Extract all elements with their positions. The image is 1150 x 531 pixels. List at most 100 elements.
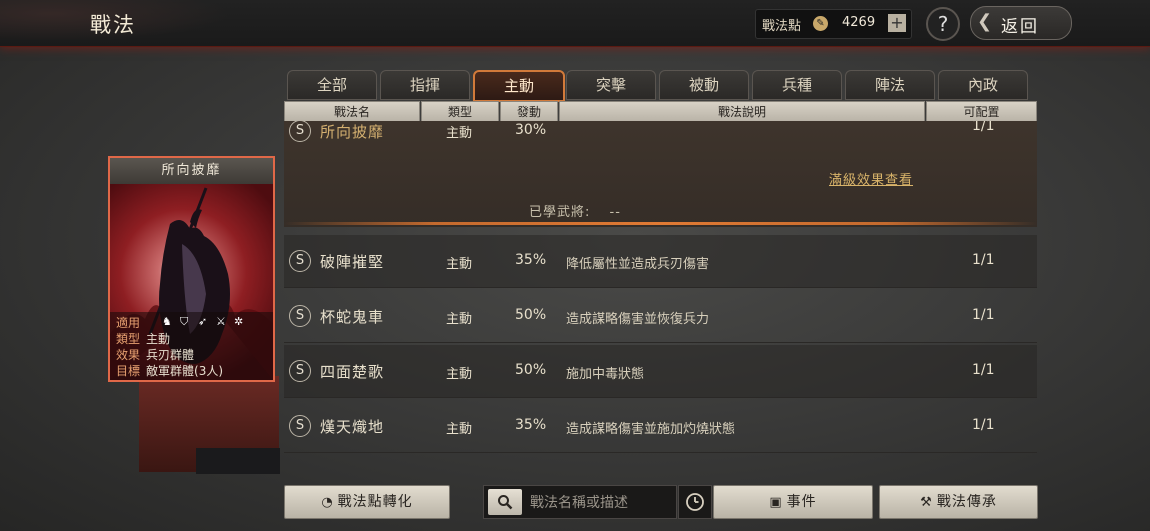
- tactic-count: 1/1: [972, 362, 995, 378]
- tab-command[interactable]: 指揮: [380, 70, 470, 100]
- tactic-count: 1/1: [972, 121, 995, 134]
- table-row[interactable]: S 熯天熾地 主動 35% 造成謀略傷害並施加灼燒狀態 1/1: [284, 400, 1037, 453]
- back-button[interactable]: ❮ 返回: [970, 6, 1072, 40]
- learned-label: 已學武將:: [529, 205, 591, 220]
- grade-badge: S: [289, 250, 311, 272]
- grade-badge: S: [289, 305, 311, 327]
- tab-all[interactable]: 全部: [287, 70, 377, 100]
- effect-value: 兵刃群體: [146, 348, 195, 362]
- tactic-rate: 35%: [515, 252, 547, 268]
- tactic-type: 主動: [446, 312, 473, 327]
- tactic-count: 1/1: [972, 252, 995, 268]
- tactic-type: 主動: [446, 126, 473, 141]
- table-row[interactable]: S 破陣摧堅 主動 35% 降低屬性並造成兵刃傷害 1/1: [284, 235, 1037, 288]
- target-value: 敵軍群體(3人): [146, 364, 224, 378]
- card-effect-line: 效果 兵刃群體: [116, 346, 194, 363]
- inherit-label: 戰法傳承: [936, 494, 997, 510]
- events-button[interactable]: ▣ 事件: [713, 485, 873, 519]
- tactic-type: 主動: [446, 422, 473, 437]
- table-row[interactable]: S 杯蛇鬼車 主動 50% 造成謀略傷害並恢復兵力 1/1: [284, 290, 1037, 343]
- tactic-description: 造成謀略傷害並施加灼燒狀態: [566, 422, 736, 437]
- tactic-rate: 35%: [515, 417, 547, 433]
- tactic-list[interactable]: S 所向披靡 主動 30% 1/1 滿級效果查看 已學武將: -- S 破陣摧堅…: [284, 121, 1037, 476]
- column-header-rate[interactable]: 發動: [500, 101, 558, 123]
- column-header-name[interactable]: 戰法名: [284, 101, 420, 123]
- tactic-description: 施加中毒狀態: [566, 367, 645, 382]
- learned-value: --: [609, 205, 621, 220]
- tactic-name: 四面楚歌: [320, 363, 385, 381]
- target-key: 目標: [116, 364, 141, 378]
- history-button[interactable]: [678, 485, 712, 519]
- siege-icon: ✲: [234, 315, 244, 328]
- convert-icon: ◔: [321, 495, 334, 510]
- card-stack-behind-dark: [196, 448, 280, 474]
- table-header: 戰法名 類型 發動 戰法說明 可配置: [284, 101, 1037, 123]
- search-field[interactable]: [483, 485, 677, 519]
- tab-assault[interactable]: 突擊: [566, 70, 656, 100]
- points-label: 戰法點: [762, 19, 802, 34]
- expanded-tactic-row[interactable]: S 所向披靡 主動 30% 1/1 滿級效果查看 已學武將: --: [284, 121, 1037, 227]
- convert-label: 戰法點轉化: [337, 494, 413, 510]
- back-arrow-icon: ❮: [977, 11, 993, 32]
- table-row[interactable]: S 四面楚歌 主動 50% 施加中毒狀態 1/1: [284, 345, 1037, 398]
- back-label: 返回: [1001, 17, 1039, 37]
- tab-internal[interactable]: 內政: [938, 70, 1028, 100]
- tactic-rate: 50%: [515, 307, 547, 323]
- events-icon: ▣: [769, 495, 783, 510]
- add-points-button[interactable]: +: [888, 14, 906, 32]
- events-label: 事件: [786, 494, 817, 510]
- tactic-count: 1/1: [972, 417, 995, 433]
- convert-points-button[interactable]: ◔ 戰法點轉化: [284, 485, 450, 519]
- card-type-line: 類型 主動: [116, 330, 170, 347]
- points-coin-icon: ✎: [813, 16, 828, 31]
- spear-icon: ⚔: [216, 315, 226, 328]
- tactic-type: 主動: [446, 367, 473, 382]
- applicable-key: 適用: [116, 316, 141, 330]
- help-button[interactable]: ?: [926, 7, 960, 41]
- shield-icon: ⛉: [180, 315, 189, 328]
- column-header-description: 戰法說明: [559, 101, 925, 123]
- learned-generals: 已學武將: --: [529, 201, 621, 220]
- type-key: 類型: [116, 332, 141, 346]
- search-icon: [498, 495, 513, 510]
- archer-icon: ➶: [198, 315, 208, 328]
- inherit-tactics-button[interactable]: ⚒ 戰法傳承: [879, 485, 1038, 519]
- unit-icons: ♞ ⛉ ➶ ⚔ ✲: [162, 314, 252, 328]
- cavalry-icon: ♞: [162, 315, 172, 328]
- search-button[interactable]: [488, 489, 522, 515]
- tab-troop[interactable]: 兵種: [752, 70, 842, 100]
- card-applicable-line: 適用 ♞ ⛉ ➶ ⚔ ✲: [116, 314, 243, 331]
- tactic-rate: 30%: [515, 122, 547, 138]
- type-value: 主動: [146, 332, 171, 346]
- card-title: 所向披靡: [110, 158, 273, 184]
- grade-badge: S: [289, 121, 311, 142]
- tactic-count: 1/1: [972, 307, 995, 323]
- tactic-name: 破陣摧堅: [320, 253, 385, 271]
- tactic-rate: 50%: [515, 362, 547, 378]
- tab-passive[interactable]: 被動: [659, 70, 749, 100]
- top-bar: 戰法 戰法點 ✎ 4269 + ? ❮ 返回: [0, 0, 1150, 47]
- tactic-description: 造成謀略傷害並恢復兵力: [566, 312, 710, 327]
- tactic-name: 所向披靡: [320, 123, 385, 141]
- search-input[interactable]: [528, 490, 674, 516]
- column-header-configurable[interactable]: 可配置: [926, 101, 1037, 123]
- tactic-card[interactable]: 所向披靡 適用 ♞ ⛉ ➶ ⚔ ✲ 類型 主動 效果 兵刃群體 目標 敵軍群體(3人): [108, 156, 275, 382]
- clock-icon: [686, 493, 704, 511]
- grade-badge: S: [289, 360, 311, 382]
- card-info-panel: 適用 ♞ ⛉ ➶ ⚔ ✲ 類型 主動 效果 兵刃群體 目標 敵軍群體(3人): [110, 312, 273, 380]
- tactic-name: 熯天熾地: [320, 418, 385, 436]
- column-header-type[interactable]: 類型: [421, 101, 499, 123]
- page-title: 戰法: [90, 13, 136, 37]
- points-value: 4269: [842, 15, 876, 30]
- tab-formation[interactable]: 陣法: [845, 70, 935, 100]
- tab-active[interactable]: 主動: [473, 70, 565, 102]
- tactic-name: 杯蛇鬼車: [320, 308, 385, 326]
- category-tabs: 全部 指揮 主動 突擊 被動 兵種 陣法 內政: [287, 70, 1032, 102]
- full-effect-link[interactable]: 滿級效果查看: [829, 169, 913, 188]
- expanded-divider-glow: [284, 222, 1037, 225]
- effect-key: 效果: [116, 348, 141, 362]
- tactic-type: 主動: [446, 257, 473, 272]
- tactic-description: 降低屬性並造成兵刃傷害: [566, 257, 710, 272]
- card-target-line: 目標 敵軍群體(3人): [116, 362, 223, 379]
- grade-badge: S: [289, 415, 311, 437]
